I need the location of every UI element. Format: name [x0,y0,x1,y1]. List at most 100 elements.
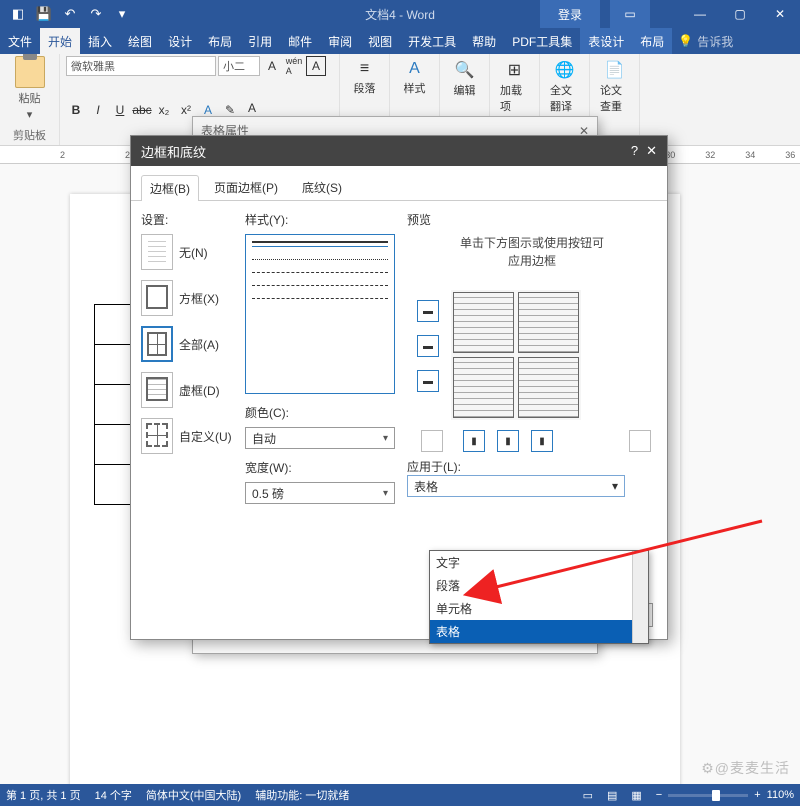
tab-view[interactable]: 视图 [360,28,400,54]
paste-icon [15,56,45,88]
apply-to-dropdown: 文字 段落 单元格 表格 [429,550,649,644]
apply-option-text[interactable]: 文字 [430,551,648,574]
preview-area: ▬ ▬ ▬ ▮ ▮ ▮ [407,280,657,450]
maximize-button[interactable]: ▢ [720,0,760,28]
preview-hint: 单击下方图示或使用按钮可 应用边框 [407,234,657,270]
grow-font-icon[interactable]: A [262,56,282,76]
style-dashdot[interactable] [252,298,388,299]
zoom-out-icon[interactable]: − [656,789,662,801]
preview-box[interactable] [451,290,581,420]
grid-icon [141,372,173,408]
strike-button[interactable]: abc [132,100,152,120]
tab-pdf-tools[interactable]: PDF工具集 [504,28,580,54]
view-read-icon[interactable]: ▭ [583,789,593,802]
style-solid[interactable] [252,241,388,247]
zoom-control[interactable]: − + 110% [656,789,794,801]
save-icon[interactable]: 💾 [32,2,56,26]
underline-button[interactable]: U [110,100,130,120]
page-count[interactable]: 第 1 页, 共 1 页 [6,787,81,803]
width-combo[interactable]: 0.5 磅 ▾ [245,482,395,504]
tell-me-search[interactable]: 💡告诉我 [678,28,733,54]
preview-column: 预览 单击下方图示或使用按钮可 应用边框 ▬ ▬ ▬ ▮ ▮ ▮ 应用于(L): [407,211,657,514]
setting-all[interactable]: 全部(A) [141,326,233,362]
dialog-titlebar: 边框和底纹 ? ✕ [131,136,667,166]
preview-diag-up-button[interactable] [629,430,651,452]
watermark: ⚙@麦麦生活 [701,758,790,778]
apply-to-label: 应用于(L): [407,458,657,475]
tab-border[interactable]: 边框(B) [141,175,199,201]
font-size-combo[interactable]: 小二 [218,56,260,76]
preview-right-border-button[interactable]: ▮ [531,430,553,452]
view-web-icon[interactable]: ▦ [631,789,641,802]
dropdown-scrollbar[interactable] [632,551,648,643]
language-indicator[interactable]: 简体中文(中国大陆) [146,787,241,803]
setting-none[interactable]: 无(N) [141,234,233,270]
preview-top-border-button[interactable]: ▬ [417,300,439,322]
minimize-button[interactable]: — [680,0,720,28]
zoom-slider[interactable] [668,794,748,797]
ribbon-display-icon[interactable]: ▭ [610,0,650,28]
custom-icon [141,418,173,454]
tab-table-design[interactable]: 表设计 [580,28,632,54]
preview-vmiddle-border-button[interactable]: ▮ [497,430,519,452]
preview-hmiddle-border-button[interactable]: ▬ [417,335,439,357]
tab-page-border[interactable]: 页面边框(P) [205,174,287,200]
translate-button[interactable]: 🌐 全文翻译 [546,56,583,118]
preview-left-border-button[interactable]: ▮ [463,430,485,452]
login-button[interactable]: 登录 [540,0,600,28]
font-name-combo[interactable]: 微软雅黑 [66,56,216,76]
style-dotted[interactable] [252,259,388,260]
tab-file[interactable]: 文件 [0,28,40,54]
setting-grid[interactable]: 虚框(D) [141,372,233,408]
styles-button[interactable]: A 样式 [396,56,433,100]
redo-icon[interactable]: ↷ [84,2,108,26]
tab-references[interactable]: 引用 [240,28,280,54]
style-dashed[interactable] [252,272,388,273]
tab-design[interactable]: 设计 [160,28,200,54]
view-print-icon[interactable]: ▤ [607,789,617,802]
zoom-value[interactable]: 110% [767,789,794,801]
accessibility-status[interactable]: 辅助功能: 一切就绪 [255,787,349,803]
italic-button[interactable]: I [88,100,108,120]
preview-bottom-border-button[interactable]: ▬ [417,370,439,392]
paragraph-icon: ≡ [360,60,369,78]
paste-button[interactable]: 粘贴 ▾ [6,56,53,121]
apply-option-cell[interactable]: 单元格 [430,597,648,620]
bold-button[interactable]: B [66,100,86,120]
char-border-icon[interactable]: A [306,56,326,76]
addins-button[interactable]: ⊞ 加载项 [496,56,533,118]
thesis-check-button[interactable]: 📄 论文查重 [596,56,633,118]
tab-developer[interactable]: 开发工具 [400,28,464,54]
zoom-in-icon[interactable]: + [754,789,760,801]
tab-table-layout[interactable]: 布局 [632,28,672,54]
setting-custom[interactable]: 自定义(U) [141,418,233,454]
dialog-tabs: 边框(B) 页面边框(P) 底纹(S) [131,166,667,201]
tab-insert[interactable]: 插入 [80,28,120,54]
phonetic-icon[interactable]: wénA [284,56,304,76]
word-count[interactable]: 14 个字 [95,787,132,803]
color-combo[interactable]: 自动 ▾ [245,427,395,449]
preview-diag-down-button[interactable] [421,430,443,452]
setting-box[interactable]: 方框(X) [141,280,233,316]
tab-help[interactable]: 帮助 [464,28,504,54]
style-dashed-long[interactable] [252,285,388,286]
qat-dropdown-icon[interactable]: ▾ [110,2,134,26]
tab-draw[interactable]: 绘图 [120,28,160,54]
tab-home[interactable]: 开始 [40,28,80,54]
undo-icon[interactable]: ↶ [58,2,82,26]
close-dialog-button[interactable]: ✕ [646,143,657,159]
tab-layout[interactable]: 布局 [200,28,240,54]
subscript-button[interactable]: x₂ [154,100,174,120]
line-style-list[interactable] [245,234,395,394]
close-button[interactable]: ✕ [760,0,800,28]
apply-option-table[interactable]: 表格 [430,620,648,643]
apply-option-paragraph[interactable]: 段落 [430,574,648,597]
editing-button[interactable]: 🔍 编辑 [446,56,483,102]
paragraph-button[interactable]: ≡ 段落 [346,56,383,100]
autosave-icon[interactable]: ◧ [6,2,30,26]
tab-mailings[interactable]: 邮件 [280,28,320,54]
tab-review[interactable]: 审阅 [320,28,360,54]
tab-shading[interactable]: 底纹(S) [293,174,351,200]
apply-to-combo[interactable]: 表格 ▾ [407,475,625,497]
help-button[interactable]: ? [631,143,638,159]
